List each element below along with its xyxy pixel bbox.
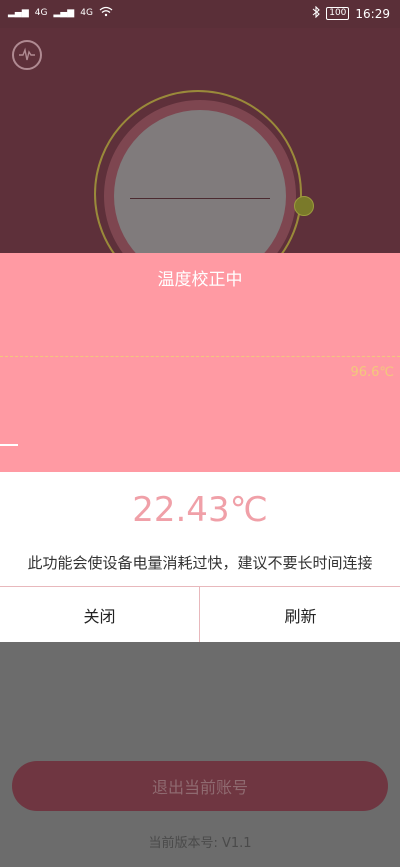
status-right: 100 16:29 [312,5,390,21]
refresh-button[interactable]: 刷新 [201,587,400,642]
dial-area [0,28,400,298]
logout-button[interactable]: 退出当前账号 [12,761,388,811]
signal-icon: ▂▄▆ [53,8,75,18]
temperature-value: 22.43℃ [132,490,268,530]
signal-icon: ▂▄▆ [8,8,29,18]
wifi-icon [99,6,113,20]
temperature-panel: 22.43℃ 此功能会使设备电量消耗过快，建议不要长时间连接 关闭 刷新 [0,472,400,642]
reference-value: 96.6℃ [350,365,394,380]
bluetooth-icon [312,5,321,21]
level-tick [0,444,18,446]
battery-indicator: 100 [326,7,350,20]
button-divider [199,587,200,642]
status-time: 16:29 [355,6,390,21]
dial-knob[interactable] [294,196,314,216]
status-left: ▂▄▆ 4G ▂▄▆ 4G [8,6,113,20]
warning-text: 此功能会使设备电量消耗过快，建议不要长时间连接 [27,554,373,572]
network-type-2: 4G [80,8,93,18]
waveform-button[interactable] [12,40,42,70]
dial-line [130,198,270,199]
reference-line [0,356,400,357]
waveform-icon [14,47,40,72]
calibration-title: 温度校正中 [157,270,243,290]
version-label: 当前版本号: V1.1 [148,836,252,851]
status-bar: ▂▄▆ 4G ▂▄▆ 4G 100 16:29 [0,0,400,28]
network-type-1: 4G [34,8,48,18]
calibration-panel: 温度校正中 96.6℃ [0,253,400,472]
close-button[interactable]: 关闭 [0,587,199,642]
